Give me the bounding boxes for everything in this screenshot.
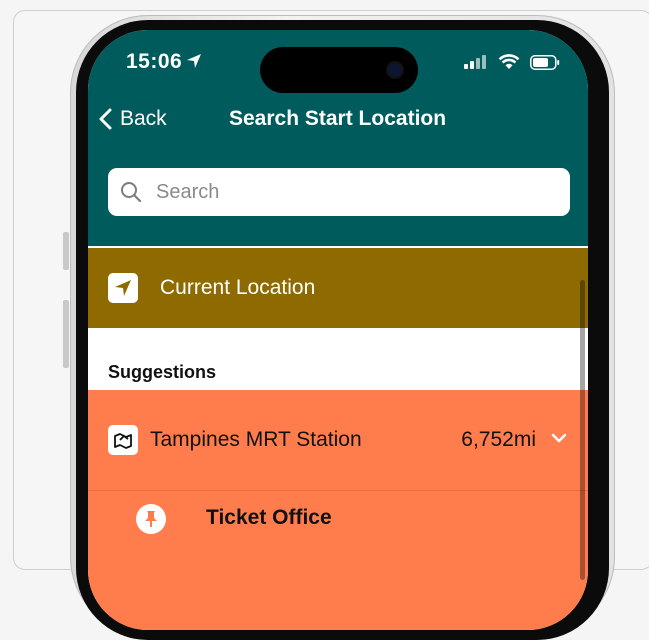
status-icons bbox=[464, 54, 560, 70]
search-icon bbox=[121, 182, 142, 203]
suggestion-name: Tampines MRT Station bbox=[150, 428, 362, 451]
pin-icon bbox=[136, 504, 166, 534]
map-icon bbox=[108, 425, 138, 455]
app-header: 15:06 Back Search Start Location Search bbox=[88, 30, 588, 246]
phone-volume-button bbox=[63, 300, 69, 368]
search-input[interactable] bbox=[154, 179, 538, 205]
page-title: Search Start Location bbox=[229, 107, 447, 130]
cellular-signal-icon bbox=[464, 55, 486, 69]
battery-icon bbox=[530, 54, 560, 70]
navigation-bar: Back Search Start Location bbox=[88, 102, 588, 142]
phone-screen: 15:06 Back Search Start Location Search … bbox=[88, 30, 588, 630]
phone-side-button bbox=[63, 232, 69, 270]
search-bar[interactable] bbox=[108, 168, 570, 216]
suggestion-distance: 6,752mi bbox=[461, 428, 536, 451]
suggestion-child-item[interactable]: Ticket Office bbox=[88, 490, 588, 560]
suggestions-heading: Suggestions bbox=[108, 362, 217, 382]
location-arrow-icon bbox=[108, 273, 138, 303]
back-button-label: Back bbox=[120, 107, 167, 130]
suggestion-child-name: Ticket Office bbox=[206, 506, 332, 529]
wifi-icon bbox=[498, 54, 520, 69]
back-button[interactable]: Back bbox=[98, 107, 167, 131]
scrollbar[interactable] bbox=[580, 280, 585, 580]
location-services-icon bbox=[187, 54, 202, 68]
chevron-down-icon[interactable] bbox=[550, 432, 568, 444]
suggestion-item[interactable]: Tampines MRT Station 6,752mi bbox=[88, 390, 588, 491]
status-time: 15:06 bbox=[126, 50, 202, 74]
current-location-button[interactable]: Current Location bbox=[88, 248, 588, 328]
suggestions-list: Tampines MRT Station 6,752mi Ticket Offi… bbox=[88, 390, 588, 630]
dynamic-island bbox=[260, 47, 418, 93]
current-location-label: Current Location bbox=[160, 276, 316, 299]
chevron-left-icon bbox=[99, 108, 112, 130]
camera-icon bbox=[388, 63, 402, 77]
